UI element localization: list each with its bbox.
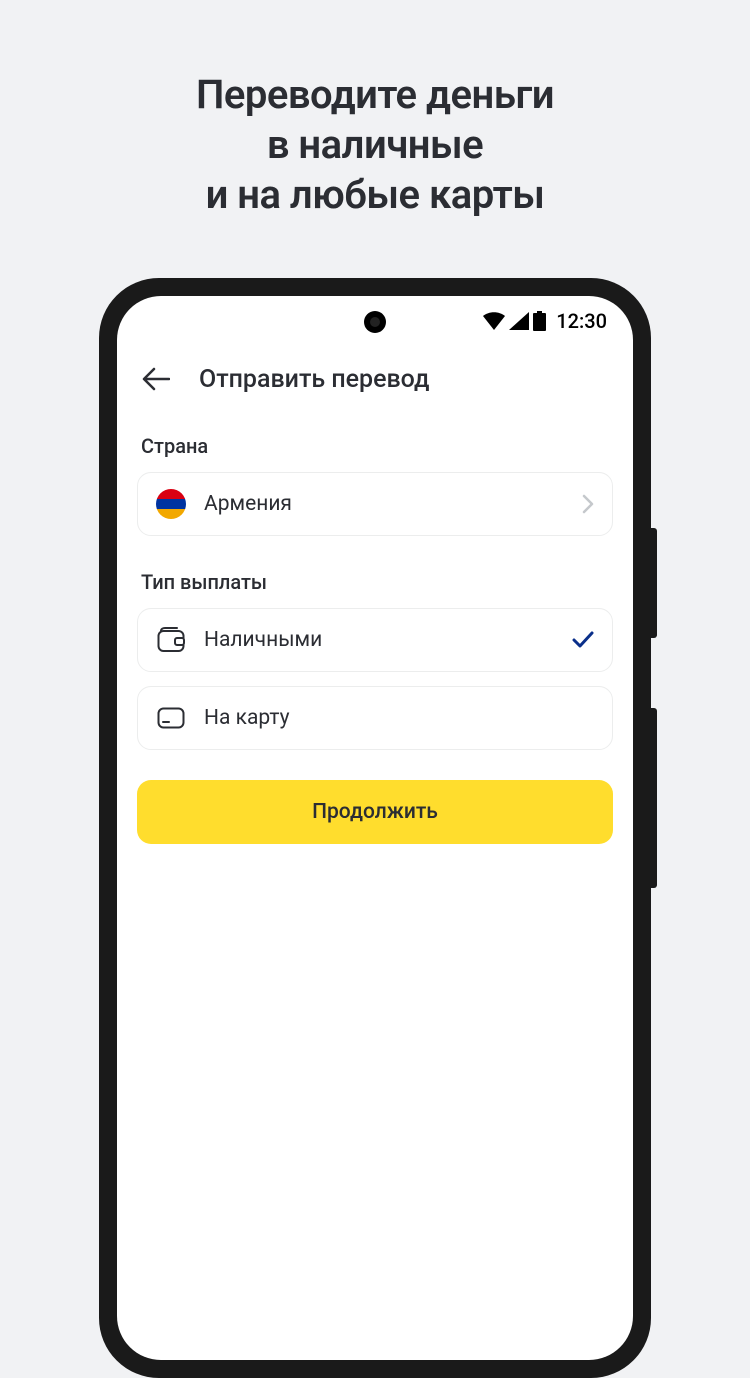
continue-button-label: Продолжить: [312, 800, 438, 824]
phone-side-button-1: [651, 528, 657, 638]
payout-type-label: Тип выплаты: [137, 570, 613, 594]
promo-line-1: Переводите деньги: [0, 70, 750, 120]
battery-icon: [533, 311, 546, 331]
arrow-left-icon: [142, 367, 170, 391]
phone-screen: 12:30 Отправить перевод Страна Армения: [117, 296, 633, 1360]
continue-button[interactable]: Продолжить: [137, 780, 613, 844]
payout-option-card-label: На карту: [204, 706, 594, 730]
country-selected-name: Армения: [204, 492, 564, 516]
status-bar: 12:30: [117, 296, 633, 346]
status-time: 12:30: [556, 309, 607, 333]
page-title: Отправить перевод: [199, 365, 429, 394]
country-selector[interactable]: Армения: [137, 472, 613, 536]
promo-line-2: в наличные: [0, 120, 750, 170]
flag-armenia-icon: [156, 489, 186, 519]
check-icon: [572, 631, 594, 649]
cellular-icon: [509, 312, 529, 330]
promo-headline: Переводите деньги в наличные и на любые …: [0, 0, 750, 220]
app-header: Отправить перевод: [117, 346, 633, 404]
phone-frame: 12:30 Отправить перевод Страна Армения: [99, 278, 651, 1378]
promo-line-3: и на любые карты: [0, 170, 750, 220]
back-button[interactable]: [141, 364, 171, 394]
card-icon: [156, 703, 186, 733]
phone-side-button-2: [651, 708, 657, 888]
chevron-right-icon: [582, 494, 594, 514]
payout-option-cash[interactable]: Наличными: [137, 608, 613, 672]
wallet-icon: [156, 625, 186, 655]
payout-option-card[interactable]: На карту: [137, 686, 613, 750]
payout-option-cash-label: Наличными: [204, 628, 554, 652]
country-label: Страна: [137, 434, 613, 458]
content-area: Страна Армения Тип выплаты: [117, 404, 633, 844]
wifi-icon: [483, 312, 505, 330]
front-camera: [364, 311, 386, 333]
